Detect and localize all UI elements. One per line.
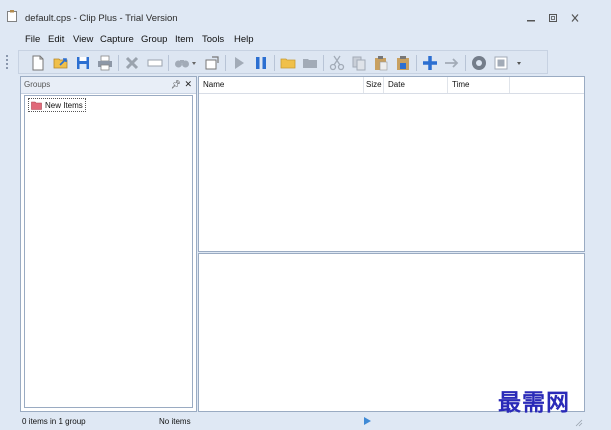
groups-pane-title: Groups [24, 80, 51, 89]
new-icon[interactable] [29, 54, 47, 72]
resize-grip-icon[interactable] [575, 419, 583, 427]
maximize-icon[interactable] [546, 12, 560, 24]
toolbar-separator [225, 55, 226, 71]
tree-item-label: New Items [45, 100, 83, 110]
folder-closed-icon[interactable] [301, 54, 319, 72]
play-icon[interactable] [230, 54, 248, 72]
find-icon[interactable] [173, 54, 191, 72]
print-icon[interactable] [96, 54, 114, 72]
toolbar-separator [465, 55, 466, 71]
toolbar-separator [416, 55, 417, 71]
column-header-time[interactable]: Time [448, 77, 510, 93]
groups-tree[interactable]: New Items [24, 95, 193, 408]
pane-close-icon[interactable]: ✕ [184, 79, 192, 90]
column-header-date[interactable]: Date [384, 77, 448, 93]
forward-icon[interactable] [443, 54, 461, 72]
tree-item-new-items[interactable]: New Items [28, 98, 86, 112]
window-title: default.cps - Clip Plus - Trial Version [25, 13, 178, 24]
minimize-icon[interactable] [524, 12, 538, 24]
toolbar-separator [323, 55, 324, 71]
view-icon[interactable] [492, 54, 510, 72]
groups-pane: Groups 📌︎ ✕ New Items [20, 76, 197, 412]
column-header-size[interactable]: Size [364, 77, 384, 93]
watermark: 最需网 [498, 389, 570, 416]
pause-icon[interactable] [252, 54, 270, 72]
app-window: default.cps - Clip Plus - Trial Version … [0, 0, 611, 430]
column-headers: Name Size Date Time [199, 77, 584, 94]
paste-icon[interactable] [372, 54, 390, 72]
cut-icon[interactable] [328, 54, 346, 72]
add-icon[interactable] [421, 54, 439, 72]
menu-view[interactable]: View [73, 34, 93, 45]
toolbar-separator [168, 55, 169, 71]
open-icon[interactable] [52, 54, 70, 72]
status-group-count: 0 items in 1 group [22, 417, 86, 426]
menu-tools[interactable]: Tools [202, 34, 224, 45]
settings-icon[interactable] [470, 54, 488, 72]
toolbar-separator [118, 55, 119, 71]
folder-icon [31, 101, 42, 110]
items-list[interactable]: Name Size Date Time [198, 76, 585, 252]
copy-icon[interactable] [350, 54, 368, 72]
menu-bar: File Edit View Capture Group Item Tools … [0, 31, 611, 49]
menu-capture[interactable]: Capture [100, 34, 134, 45]
capture-window-icon[interactable] [203, 54, 221, 72]
column-header-name[interactable]: Name [199, 77, 364, 93]
title-bar: default.cps - Clip Plus - Trial Version [0, 0, 611, 30]
delete-icon[interactable] [123, 54, 141, 72]
folder-icon[interactable] [279, 54, 297, 72]
close-icon[interactable] [568, 12, 582, 24]
save-icon[interactable] [74, 54, 92, 72]
groups-pane-header: Groups 📌︎ ✕ [21, 77, 196, 94]
rename-icon[interactable] [146, 54, 164, 72]
menu-group[interactable]: Group [141, 34, 167, 45]
menu-file[interactable]: File [25, 34, 40, 45]
toolbar-grip[interactable] [6, 55, 11, 69]
pin-icon[interactable]: 📌︎ [171, 80, 181, 89]
play-indicator-icon [364, 417, 371, 425]
toolbar-separator [274, 55, 275, 71]
menu-edit[interactable]: Edit [48, 34, 64, 45]
toolbar [18, 50, 548, 74]
paste-special-icon[interactable] [394, 54, 412, 72]
menu-help[interactable]: Help [234, 34, 254, 45]
status-items: No items [159, 417, 191, 426]
menu-item[interactable]: Item [175, 34, 193, 45]
toolbar-options-icon[interactable] [515, 54, 523, 72]
dropdown-icon[interactable] [190, 54, 198, 72]
app-icon [7, 10, 17, 22]
